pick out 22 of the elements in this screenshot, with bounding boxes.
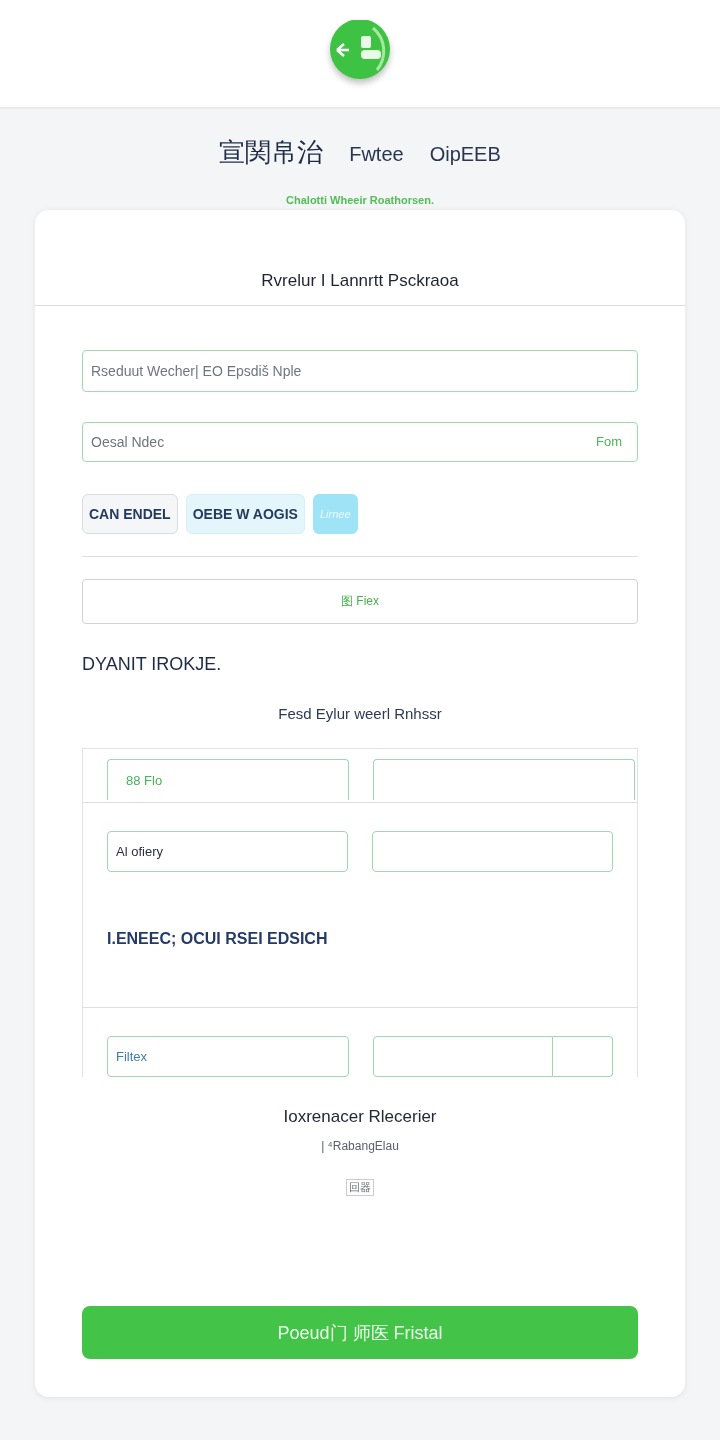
- input-field[interactable]: [373, 1036, 553, 1077]
- input-field[interactable]: Al ofiery: [107, 831, 348, 872]
- input-field[interactable]: Filtex: [107, 1036, 349, 1077]
- nav-tab[interactable]: 宣関帛治: [219, 135, 324, 170]
- input-field[interactable]: Rseduut Wecher| EO Epsdiš Nple: [82, 350, 638, 392]
- nav-tab[interactable]: OipEEB: [429, 143, 501, 166]
- subtitle: Chalotti Wheeir Roathorsen.: [285, 194, 435, 206]
- grid-label: I.ENEEC; OCUI RSEI EDSICH: [107, 930, 329, 949]
- field-suffix: Fom: [596, 434, 622, 449]
- input-field[interactable]: [373, 759, 635, 800]
- footer-subtitle: | ⁴RabangElau: [320, 1139, 400, 1153]
- input-field[interactable]: [372, 831, 613, 872]
- section-heading: DYANIT IROKJE.: [82, 654, 223, 675]
- logo-icon: [327, 19, 393, 82]
- chip-button[interactable]: CAN ENDEL: [82, 494, 178, 534]
- chip-button[interactable]: OEBE W AOGIS: [185, 494, 305, 534]
- nav-tab[interactable]: Fwtee: [349, 143, 404, 166]
- section-caption: Fesd Eylur weerl Rnhssr: [277, 705, 443, 722]
- footer-title: Ioxrenacer Rlecerier: [282, 1107, 438, 1127]
- card-title: Rvrelur I Lannrtt Psckraoa: [35, 210, 685, 306]
- input-field[interactable]: [553, 1036, 613, 1077]
- footer-tag: 回器: [346, 1179, 374, 1196]
